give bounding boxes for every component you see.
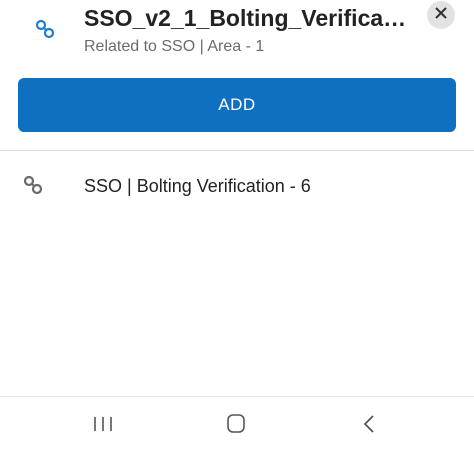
list-item[interactable]: SSO | Bolting Verification - 6: [0, 158, 474, 212]
header: SSO_v2_1_Bolting_Verification Related to…: [0, 0, 474, 70]
home-button[interactable]: [221, 409, 251, 439]
close-button[interactable]: [427, 1, 455, 29]
add-button-label: ADD: [218, 95, 256, 114]
link-icon: [22, 174, 44, 196]
link-icon: [34, 18, 56, 40]
list-item-label: SSO | Bolting Verification - 6: [84, 176, 311, 196]
page-subtitle: Related to SSO | Area - 1: [84, 38, 265, 55]
recent-apps-button[interactable]: [88, 409, 118, 439]
add-button[interactable]: ADD: [18, 78, 456, 132]
recent-apps-icon: [88, 417, 118, 443]
divider: [0, 150, 474, 151]
back-icon: [355, 415, 385, 443]
system-nav-bar: [0, 396, 474, 450]
close-icon: [434, 6, 448, 25]
screen: SSO_v2_1_Bolting_Verification Related to…: [0, 0, 474, 450]
home-icon: [221, 414, 251, 443]
back-button[interactable]: [355, 409, 385, 439]
page-title: SSO_v2_1_Bolting_Verification: [84, 5, 410, 31]
